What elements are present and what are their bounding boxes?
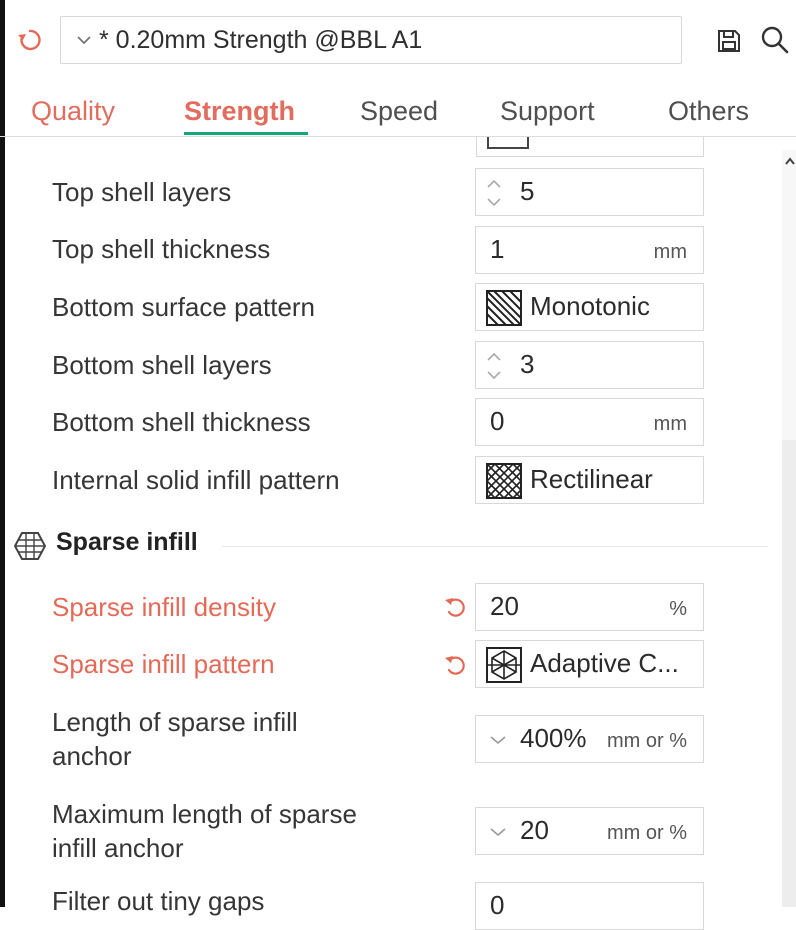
bottom-surface-pattern-select[interactable]: Monotonic (475, 283, 704, 331)
sparse-infill-anchor-combo[interactable]: 400% mm or % (475, 715, 704, 763)
bottom-surface-pattern-value: Monotonic (530, 291, 650, 321)
max-sparse-infill-anchor-label-line1: Maximum length of sparse (52, 799, 357, 829)
tab-speed[interactable]: Speed (360, 96, 438, 127)
unit-label: % (669, 598, 687, 620)
bottom-surface-pattern-label: Bottom surface pattern (52, 292, 316, 322)
section-title: Sparse infill (56, 528, 198, 556)
top-shell-layers-label: Top shell layers (52, 177, 232, 207)
scrollbar-thumb[interactable] (782, 440, 796, 907)
internal-solid-infill-pattern-value: Rectilinear (530, 464, 653, 494)
bottom-shell-thickness-label: Bottom shell thickness (52, 407, 311, 437)
sparse-infill-density-value: 20 (490, 591, 519, 621)
bottom-shell-layers-label: Bottom shell layers (52, 350, 272, 380)
internal-solid-infill-pattern-label: Internal solid infill pattern (52, 465, 340, 495)
filter-tiny-gaps-input[interactable]: 0 (475, 882, 704, 930)
sparse-infill-anchor-value: 400% (520, 723, 587, 753)
unit-label: mm (653, 241, 687, 263)
rectilinear-pattern-icon (486, 463, 522, 499)
tab-quality[interactable]: Quality (31, 96, 115, 127)
filter-tiny-gaps-value: 0 (490, 890, 505, 920)
partial-field[interactable] (476, 137, 704, 157)
preset-selector[interactable]: * 0.20mm Strength @BBL A1 (60, 16, 682, 64)
reset-icon[interactable] (16, 26, 44, 54)
unit-label: mm or % (607, 822, 687, 844)
bottom-shell-layers-value: 3 (520, 349, 535, 379)
sparse-infill-icon (14, 532, 46, 560)
sparse-infill-pattern-value: Adaptive C... (530, 648, 679, 678)
sparse-infill-pattern-select[interactable]: Adaptive C... (475, 640, 704, 688)
sparse-infill-anchor-label-line1: Length of sparse infill (52, 707, 298, 737)
top-shell-thickness-label: Top shell thickness (52, 234, 271, 264)
internal-solid-infill-pattern-select[interactable]: Rectilinear (475, 456, 704, 504)
max-sparse-infill-anchor-combo[interactable]: 20 mm or % (475, 807, 704, 855)
spin-arrows-icon[interactable] (484, 347, 504, 385)
unit-label: mm (653, 413, 687, 435)
unit-label: mm or % (607, 730, 687, 752)
max-sparse-infill-anchor-label-line2: infill anchor (52, 833, 184, 863)
bottom-shell-thickness-input[interactable]: 0 mm (475, 398, 704, 446)
tab-strength[interactable]: Strength (184, 96, 295, 127)
adaptive-cubic-pattern-icon (486, 647, 522, 683)
bottom-shell-layers-input[interactable]: 3 (475, 341, 704, 389)
top-shell-thickness-value: 1 (490, 234, 505, 264)
sparse-infill-density-input[interactable]: 20 % (475, 583, 704, 631)
monotonic-pattern-icon (486, 290, 522, 326)
sparse-infill-anchor-label-line2: anchor (52, 741, 132, 771)
section-divider (222, 546, 768, 547)
chevron-down-icon (77, 36, 91, 45)
search-icon[interactable] (760, 25, 790, 55)
pattern-icon (487, 137, 529, 149)
filter-tiny-gaps-label: Filter out tiny gaps (52, 886, 265, 916)
top-shell-thickness-input[interactable]: 1 mm (475, 226, 704, 274)
top-shell-layers-value: 5 (520, 176, 535, 206)
active-tab-indicator (184, 132, 308, 135)
tab-others[interactable]: Others (668, 96, 749, 127)
tab-support[interactable]: Support (500, 96, 595, 127)
max-sparse-infill-anchor-value: 20 (520, 815, 549, 845)
sparse-infill-density-label: Sparse infill density (52, 592, 276, 622)
save-icon[interactable] (716, 28, 742, 54)
preset-name: * 0.20mm Strength @BBL A1 (99, 26, 423, 54)
chevron-down-icon[interactable] (488, 824, 508, 840)
reset-icon[interactable] (442, 593, 470, 621)
spin-arrows-icon[interactable] (484, 174, 504, 212)
bottom-shell-thickness-value: 0 (490, 406, 505, 436)
sparse-infill-pattern-label: Sparse infill pattern (52, 649, 275, 679)
chevron-down-icon[interactable] (488, 732, 508, 748)
reset-icon[interactable] (442, 651, 470, 679)
top-shell-layers-input[interactable]: 5 (475, 168, 704, 216)
tab-bar: Quality Strength Speed Support Others (0, 88, 796, 138)
scroll-up-icon[interactable] (784, 154, 796, 168)
